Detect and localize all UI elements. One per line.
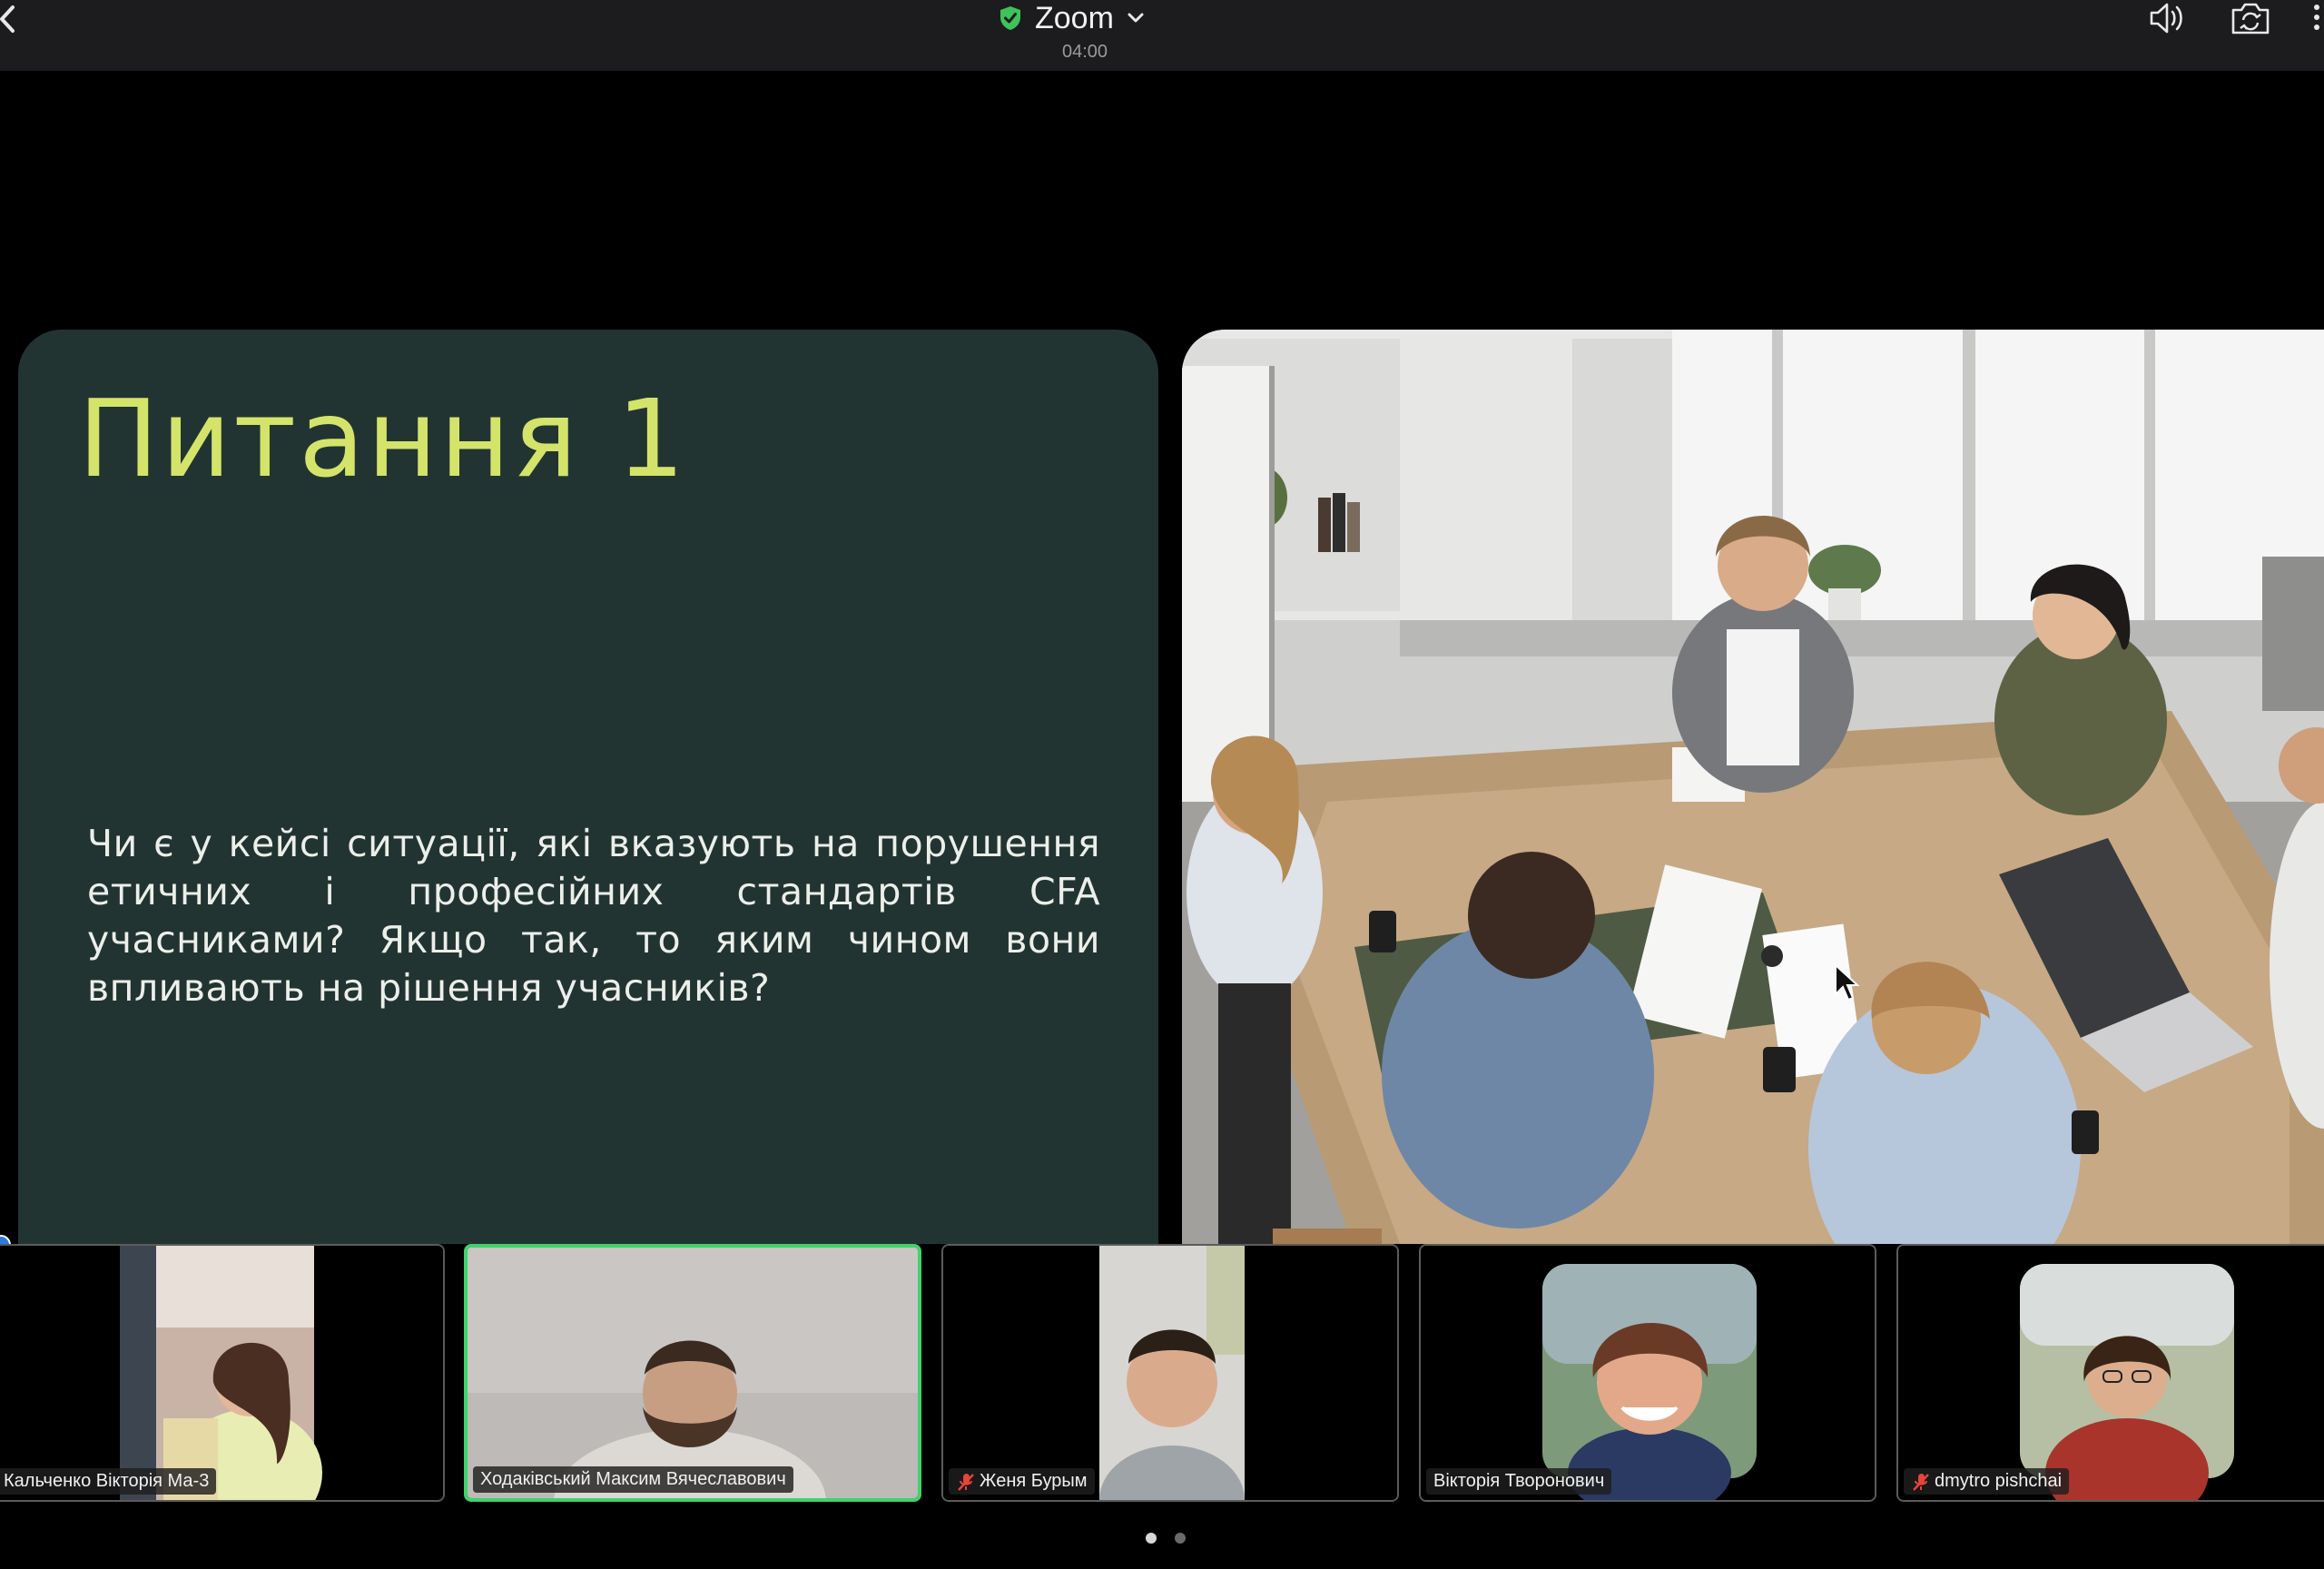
participant-name: Женя Бурым <box>980 1471 1088 1491</box>
participant-strip[interactable]: Кальченко Вікторія Ма-3 Ходаківський Мак… <box>0 1244 2324 1569</box>
participant-avatar <box>1421 1246 1875 1500</box>
participant-video <box>0 1246 443 1500</box>
participant-name-label: dmytro pishchai <box>1904 1468 2070 1495</box>
shared-screen: Питання 1 Чи є у кейсі ситуації, які вка… <box>0 71 2324 1328</box>
participant-name-label: Вікторія Творонович <box>1426 1468 1612 1495</box>
page-dot-active[interactable] <box>1146 1533 1157 1544</box>
participant-tile[interactable]: Женя Бурым <box>941 1244 1399 1502</box>
participant-name-label: Ходаківський Максим Вячеславович <box>473 1466 793 1493</box>
verified-shield-icon <box>1000 6 1020 30</box>
slide-heading: Питання 1 <box>78 376 688 501</box>
participant-name: Вікторія Творонович <box>1433 1471 1605 1491</box>
participant-tile[interactable]: Кальченко Вікторія Ма-3 <box>0 1244 445 1502</box>
participant-video <box>468 1248 918 1498</box>
participant-avatar <box>1898 1246 2324 1500</box>
more-vertical-icon[interactable] <box>2306 0 2324 36</box>
app-title: Zoom <box>1035 1 1114 35</box>
participant-name: Ходаківський Максим Вячеславович <box>480 1469 786 1489</box>
camera-switch-icon[interactable] <box>2230 0 2271 36</box>
top-bar: Zoom 04:00 <box>0 0 2324 72</box>
participant-tile[interactable]: Вікторія Творонович <box>1419 1244 1876 1502</box>
participant-tile-active-speaker[interactable]: Ходаківський Максим Вячеславович <box>464 1244 921 1502</box>
meeting-title-button[interactable]: Zoom <box>999 0 1145 36</box>
slide-body-text: Чи є у кейсі ситуації, які вказують на п… <box>87 822 1100 1010</box>
participant-video <box>943 1246 1397 1500</box>
page-dot[interactable] <box>1175 1533 1186 1544</box>
mic-muted-icon <box>958 1473 974 1491</box>
chevron-down-icon <box>1128 13 1144 23</box>
participant-name-label: Женя Бурым <box>949 1468 1095 1495</box>
participant-tile[interactable]: dmytro pishchai <box>1896 1244 2324 1502</box>
participant-name: dmytro pishchai <box>1935 1471 2063 1491</box>
meeting-timer: 04:00 <box>1061 42 1108 62</box>
slide-text-panel: Питання 1 Чи є у кейсі ситуації, які вка… <box>18 330 1158 1328</box>
chevron-left-icon[interactable] <box>0 4 22 35</box>
participant-name: Кальченко Вікторія Ма-3 <box>4 1471 210 1491</box>
speaker-icon[interactable] <box>2146 0 2188 36</box>
office-meeting-photo <box>1182 330 2324 1328</box>
page-indicator[interactable] <box>1146 1533 1186 1544</box>
mic-muted-icon <box>1913 1473 1929 1491</box>
participant-name-label: Кальченко Вікторія Ма-3 <box>0 1468 217 1495</box>
